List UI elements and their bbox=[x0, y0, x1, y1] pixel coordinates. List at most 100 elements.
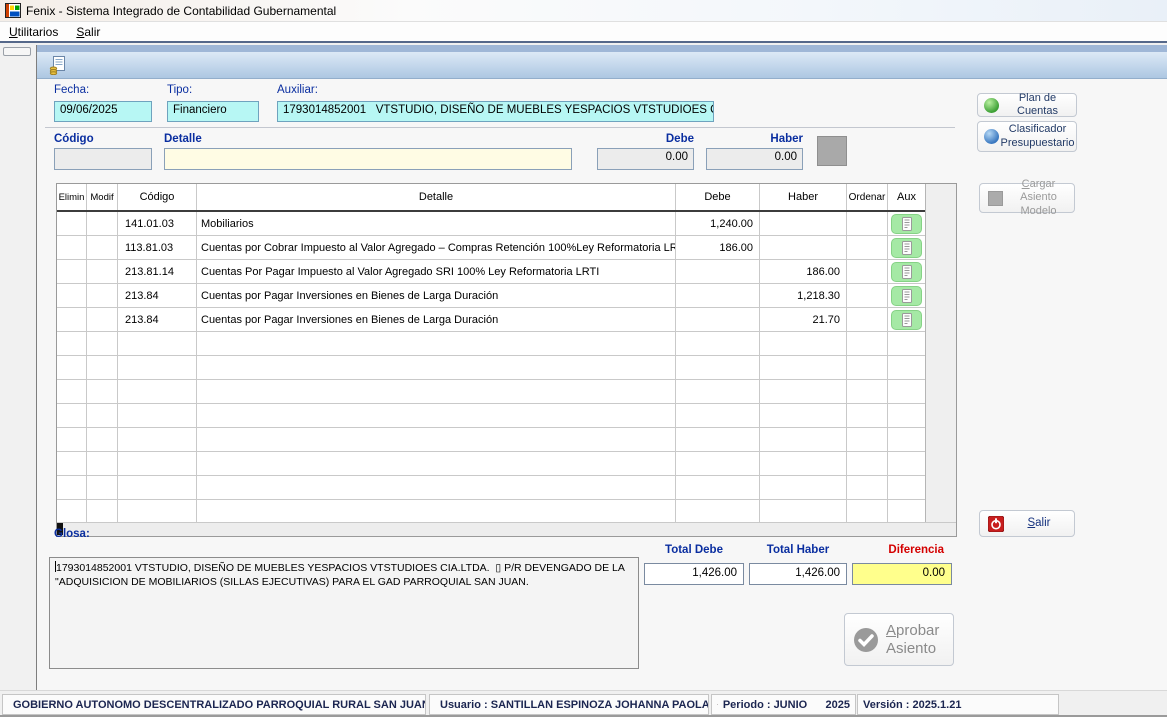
cell-debe bbox=[676, 332, 760, 355]
glosa-textarea[interactable]: 1793014852001 VTSTUDIO, DISEÑO DE MUEBLE… bbox=[49, 557, 639, 669]
col-header-aux[interactable]: Aux bbox=[888, 184, 926, 210]
cell-aux bbox=[888, 212, 926, 235]
aux-button[interactable] bbox=[891, 214, 922, 234]
col-header-ordenar[interactable]: Ordenar bbox=[847, 184, 888, 210]
cell-ordenar bbox=[847, 380, 888, 403]
cell-codigo bbox=[118, 356, 197, 379]
cell-aux bbox=[888, 500, 926, 523]
cell-elimin bbox=[57, 236, 87, 259]
col-header-codigo[interactable]: Código bbox=[118, 184, 197, 210]
cell-elimin bbox=[57, 284, 87, 307]
col-header-debe[interactable]: Debe bbox=[676, 184, 760, 210]
new-entry-button[interactable] bbox=[47, 54, 69, 76]
cell-ordenar bbox=[847, 260, 888, 283]
aux-button[interactable] bbox=[891, 310, 922, 330]
diferencia-label: Diferencia bbox=[852, 544, 952, 556]
col-header-modif[interactable]: Modif bbox=[87, 184, 118, 210]
cell-elimin bbox=[57, 308, 87, 331]
cell-modif bbox=[87, 428, 118, 451]
cell-elimin bbox=[57, 380, 87, 403]
salir-button[interactable]: Salir bbox=[979, 510, 1075, 537]
cell-elimin bbox=[57, 260, 87, 283]
detalle-input[interactable] bbox=[164, 148, 572, 170]
table-row[interactable]: 213.84Cuentas por Pagar Inversiones en B… bbox=[57, 284, 956, 308]
clasificador-presupuestario-button[interactable]: ClasificadorPresupuestario bbox=[977, 121, 1077, 152]
fecha-field[interactable]: 09/06/2025 bbox=[54, 101, 152, 122]
cell-detalle bbox=[197, 500, 676, 523]
empty-row[interactable] bbox=[57, 500, 956, 524]
check-circle-icon bbox=[853, 627, 879, 653]
diferencia-field: 0.00 bbox=[852, 563, 952, 585]
cell-modif bbox=[87, 284, 118, 307]
horizontal-scrollbar[interactable] bbox=[57, 522, 956, 536]
debe-input[interactable]: 0.00 bbox=[597, 148, 694, 170]
empty-row[interactable] bbox=[57, 356, 956, 380]
empty-row[interactable] bbox=[57, 476, 956, 500]
cargar-asiento-modelo-button[interactable]: Cargar AsientoModelo bbox=[979, 183, 1075, 213]
total-debe-field: 1,426.00 bbox=[644, 563, 744, 585]
aux-button[interactable] bbox=[891, 286, 922, 306]
col-header-elimin[interactable]: Elimin bbox=[57, 184, 87, 210]
empty-row[interactable] bbox=[57, 452, 956, 476]
cell-modif bbox=[87, 500, 118, 523]
panel-handle[interactable] bbox=[3, 47, 31, 56]
cell-debe bbox=[676, 476, 760, 499]
cell-elimin bbox=[57, 500, 87, 523]
add-line-button[interactable] bbox=[817, 136, 847, 166]
cell-debe bbox=[676, 356, 760, 379]
cell-elimin bbox=[57, 476, 87, 499]
col-header-haber[interactable]: Haber bbox=[760, 184, 847, 210]
cell-modif bbox=[87, 308, 118, 331]
cell-detalle bbox=[197, 380, 676, 403]
plan-de-cuentas-button[interactable]: Plan de Cuentas bbox=[977, 93, 1077, 117]
table-row[interactable]: 213.84Cuentas por Pagar Inversiones en B… bbox=[57, 308, 956, 332]
codigo-input[interactable] bbox=[54, 148, 152, 170]
cell-detalle bbox=[197, 428, 676, 451]
cell-haber bbox=[760, 476, 847, 499]
cell-codigo: 141.01.03 bbox=[118, 212, 197, 235]
cell-elimin bbox=[57, 452, 87, 475]
aprobar-asiento-button[interactable]: AprobarAsiento bbox=[844, 613, 954, 666]
status-entity: GOBIERNO AUTONOMO DESCENTRALIZADO PARROQ… bbox=[2, 694, 426, 715]
empty-row[interactable] bbox=[57, 404, 956, 428]
cell-detalle: Cuentas por Pagar Inversiones en Bienes … bbox=[197, 308, 676, 331]
cell-debe bbox=[676, 308, 760, 331]
cell-codigo: 213.81.14 bbox=[118, 260, 197, 283]
empty-row[interactable] bbox=[57, 428, 956, 452]
cell-haber: 21.70 bbox=[760, 308, 847, 331]
cell-modif bbox=[87, 260, 118, 283]
grid-header: Elimin Modif Código Detalle Debe Haber O… bbox=[57, 184, 956, 212]
cell-debe bbox=[676, 404, 760, 427]
cell-debe bbox=[676, 380, 760, 403]
cell-detalle bbox=[197, 356, 676, 379]
total-haber-label: Total Haber bbox=[749, 544, 847, 556]
cell-detalle bbox=[197, 404, 676, 427]
cell-haber bbox=[760, 212, 847, 235]
blue-sphere-icon bbox=[984, 129, 999, 144]
window-title: Fenix - Sistema Integrado de Contabilida… bbox=[26, 4, 336, 18]
table-row[interactable]: 113.81.03Cuentas por Cobrar Impuesto al … bbox=[57, 236, 956, 260]
menu-salir[interactable]: Salir bbox=[67, 23, 109, 41]
cell-debe: 186.00 bbox=[676, 236, 760, 259]
empty-row[interactable] bbox=[57, 380, 956, 404]
col-header-detalle[interactable]: Detalle bbox=[197, 184, 676, 210]
cell-ordenar bbox=[847, 236, 888, 259]
cell-codigo bbox=[118, 404, 197, 427]
haber-input[interactable]: 0.00 bbox=[706, 148, 803, 170]
table-row[interactable]: 213.81.14Cuentas Por Pagar Impuesto al V… bbox=[57, 260, 956, 284]
cell-elimin bbox=[57, 428, 87, 451]
aux-button[interactable] bbox=[891, 262, 922, 282]
aux-button[interactable] bbox=[891, 238, 922, 258]
cell-detalle: Cuentas Por Pagar Impuesto al Valor Agre… bbox=[197, 260, 676, 283]
power-icon bbox=[988, 516, 1004, 532]
cell-codigo: 213.84 bbox=[118, 308, 197, 331]
haber-label: Haber bbox=[706, 133, 803, 145]
vertical-scrollbar[interactable] bbox=[925, 184, 956, 522]
auxiliar-field[interactable]: 1793014852001 VTSTUDIO, DISEÑO DE MUEBLE… bbox=[277, 101, 714, 122]
menu-utilitarios[interactable]: Utilitarios bbox=[0, 23, 67, 41]
tipo-field[interactable]: Financiero bbox=[167, 101, 259, 122]
table-row[interactable]: 141.01.03Mobiliarios1,240.00 bbox=[57, 212, 956, 236]
empty-row[interactable] bbox=[57, 332, 956, 356]
cell-codigo bbox=[118, 380, 197, 403]
cell-aux bbox=[888, 404, 926, 427]
